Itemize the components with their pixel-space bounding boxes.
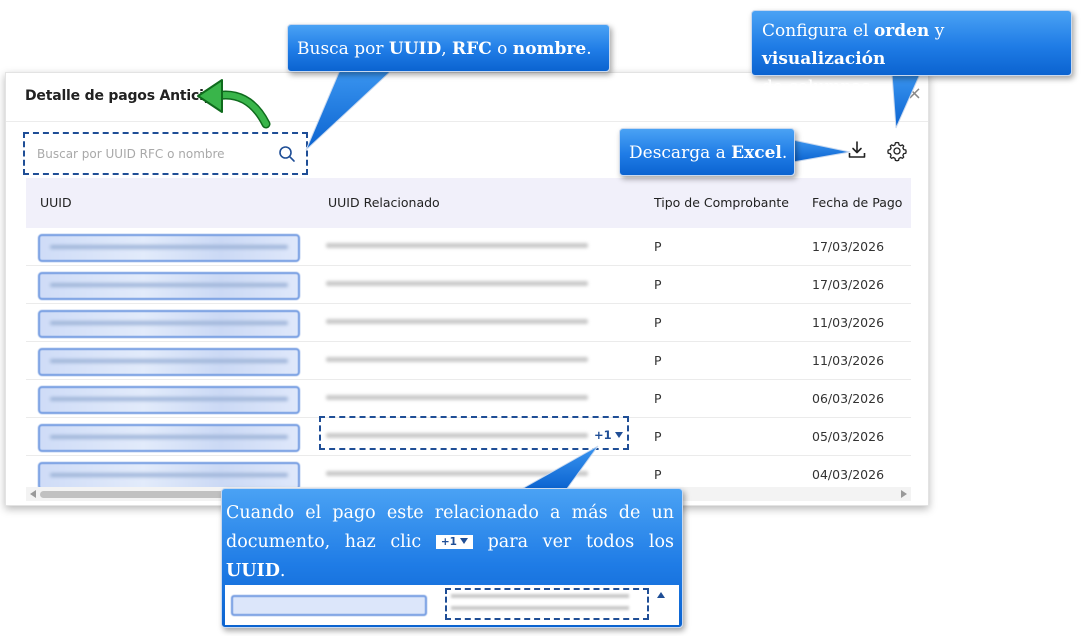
tipo-cell: P <box>654 353 662 368</box>
uuid-cell-blurred[interactable] <box>38 310 300 338</box>
related-uuid-blurred <box>326 281 588 286</box>
search-icon[interactable] <box>278 145 296 163</box>
col-fecha-pago[interactable]: Fecha de Pago <box>812 195 902 210</box>
table-row[interactable]: P 11/03/2026 <box>26 304 911 342</box>
columns-callout: Configura el orden y visualización de co… <box>751 10 1072 97</box>
fecha-cell: 11/03/2026 <box>812 315 885 330</box>
col-tipo-comprobante[interactable]: Tipo de Comprobante <box>654 195 789 210</box>
search-input[interactable] <box>35 143 279 165</box>
table-row[interactable]: P 11/03/2026 <box>26 342 911 380</box>
scroll-right-icon[interactable] <box>901 490 907 498</box>
fecha-cell: 11/03/2026 <box>812 353 885 368</box>
more-count: +1 <box>594 428 612 442</box>
tipo-cell: P <box>654 239 662 254</box>
callout-bold: visualización <box>762 49 886 69</box>
table-row[interactable]: P 17/03/2026 <box>26 266 911 304</box>
table-row[interactable]: +1 P 05/03/2026 <box>26 416 911 456</box>
fecha-cell: 04/03/2026 <box>812 467 885 482</box>
uuid-cell-blurred[interactable] <box>38 272 300 300</box>
callout-text: para ver todos los <box>472 532 674 552</box>
related-uuid-blurred <box>326 395 588 400</box>
col-uuid[interactable]: UUID <box>40 195 72 210</box>
related-uuid-highlight <box>445 588 649 620</box>
callout-text: . <box>279 561 286 581</box>
table-row[interactable]: P 17/03/2026 <box>26 228 911 266</box>
callout-bold: UUID <box>388 39 442 59</box>
callout-bold: UUID <box>226 561 280 581</box>
table-header: UUID UUID Relacionado Tipo de Comprobant… <box>26 178 911 228</box>
scroll-left-icon[interactable] <box>30 490 36 498</box>
callout-bold: Excel <box>731 143 782 163</box>
callout-text: Descarga a <box>629 143 732 163</box>
col-uuid-relacionado[interactable]: UUID Relacionado <box>328 195 440 210</box>
callout-text: Configura el <box>762 21 874 41</box>
tipo-cell: P <box>654 315 662 330</box>
fecha-cell: 17/03/2026 <box>812 239 885 254</box>
close-icon[interactable]: × <box>907 85 922 103</box>
caret-up-icon <box>657 592 665 598</box>
callout-text: . <box>586 39 592 59</box>
table-body: P 17/03/2026 P 17/03/2026 P 11/03/2026 P… <box>26 228 911 493</box>
tipo-cell: P <box>654 467 662 482</box>
fecha-cell: 17/03/2026 <box>812 277 885 292</box>
expanded-row-preview <box>225 585 679 625</box>
uuid-cell-blurred <box>231 595 427 616</box>
uuid-cell-blurred[interactable] <box>38 424 300 452</box>
fecha-cell: 05/03/2026 <box>812 429 885 444</box>
related-uuid-blurred <box>451 594 629 598</box>
table-row[interactable]: P 06/03/2026 <box>26 380 911 418</box>
callout-text: o <box>491 39 513 59</box>
badge-count: +1 <box>440 536 457 548</box>
related-uuid-blurred <box>326 357 588 362</box>
related-uuid-blurred <box>326 319 588 324</box>
search-callout: Busca por UUID, RFC o nombre. <box>287 24 610 72</box>
tipo-cell: P <box>654 429 662 444</box>
related-uuid-blurred <box>451 606 629 610</box>
download-icon[interactable] <box>846 139 868 161</box>
more-related-toggle[interactable]: +1 <box>594 428 623 442</box>
dialog-title: Detalle de pagos Anticipa <box>25 88 223 104</box>
caret-down-icon <box>459 538 468 544</box>
callout-text: de columnas. <box>762 77 876 97</box>
related-uuid-blurred <box>326 243 588 248</box>
search-box <box>23 132 308 175</box>
excel-callout: Descarga a Excel. <box>619 128 795 176</box>
callout-bold: nombre <box>512 39 587 59</box>
caret-down-icon <box>614 432 623 438</box>
tipo-cell: P <box>654 277 662 292</box>
callout-badge: +1 <box>435 535 473 549</box>
related-callout: Cuando el pago este relacionado a más de… <box>221 488 683 628</box>
callout-text: y <box>929 21 945 41</box>
uuid-cell-blurred[interactable] <box>38 234 300 262</box>
callout-text: . <box>781 143 788 163</box>
uuid-cell-blurred[interactable] <box>38 386 300 414</box>
gear-icon[interactable] <box>886 140 908 162</box>
fecha-cell: 06/03/2026 <box>812 391 885 406</box>
callout-bold: RFC <box>452 39 492 59</box>
uuid-cell-blurred[interactable] <box>38 462 300 490</box>
related-callout-text: Cuando el pago este relacionado a más de… <box>226 499 674 586</box>
tipo-cell: P <box>654 391 662 406</box>
header-divider <box>6 121 928 122</box>
callout-text: Busca por <box>297 39 389 59</box>
callout-bold: orden <box>873 21 930 41</box>
uuid-cell-blurred[interactable] <box>38 348 300 376</box>
related-uuid-blurred <box>326 433 588 438</box>
callout-text: , <box>441 39 453 59</box>
related-uuid-blurred <box>326 471 588 476</box>
